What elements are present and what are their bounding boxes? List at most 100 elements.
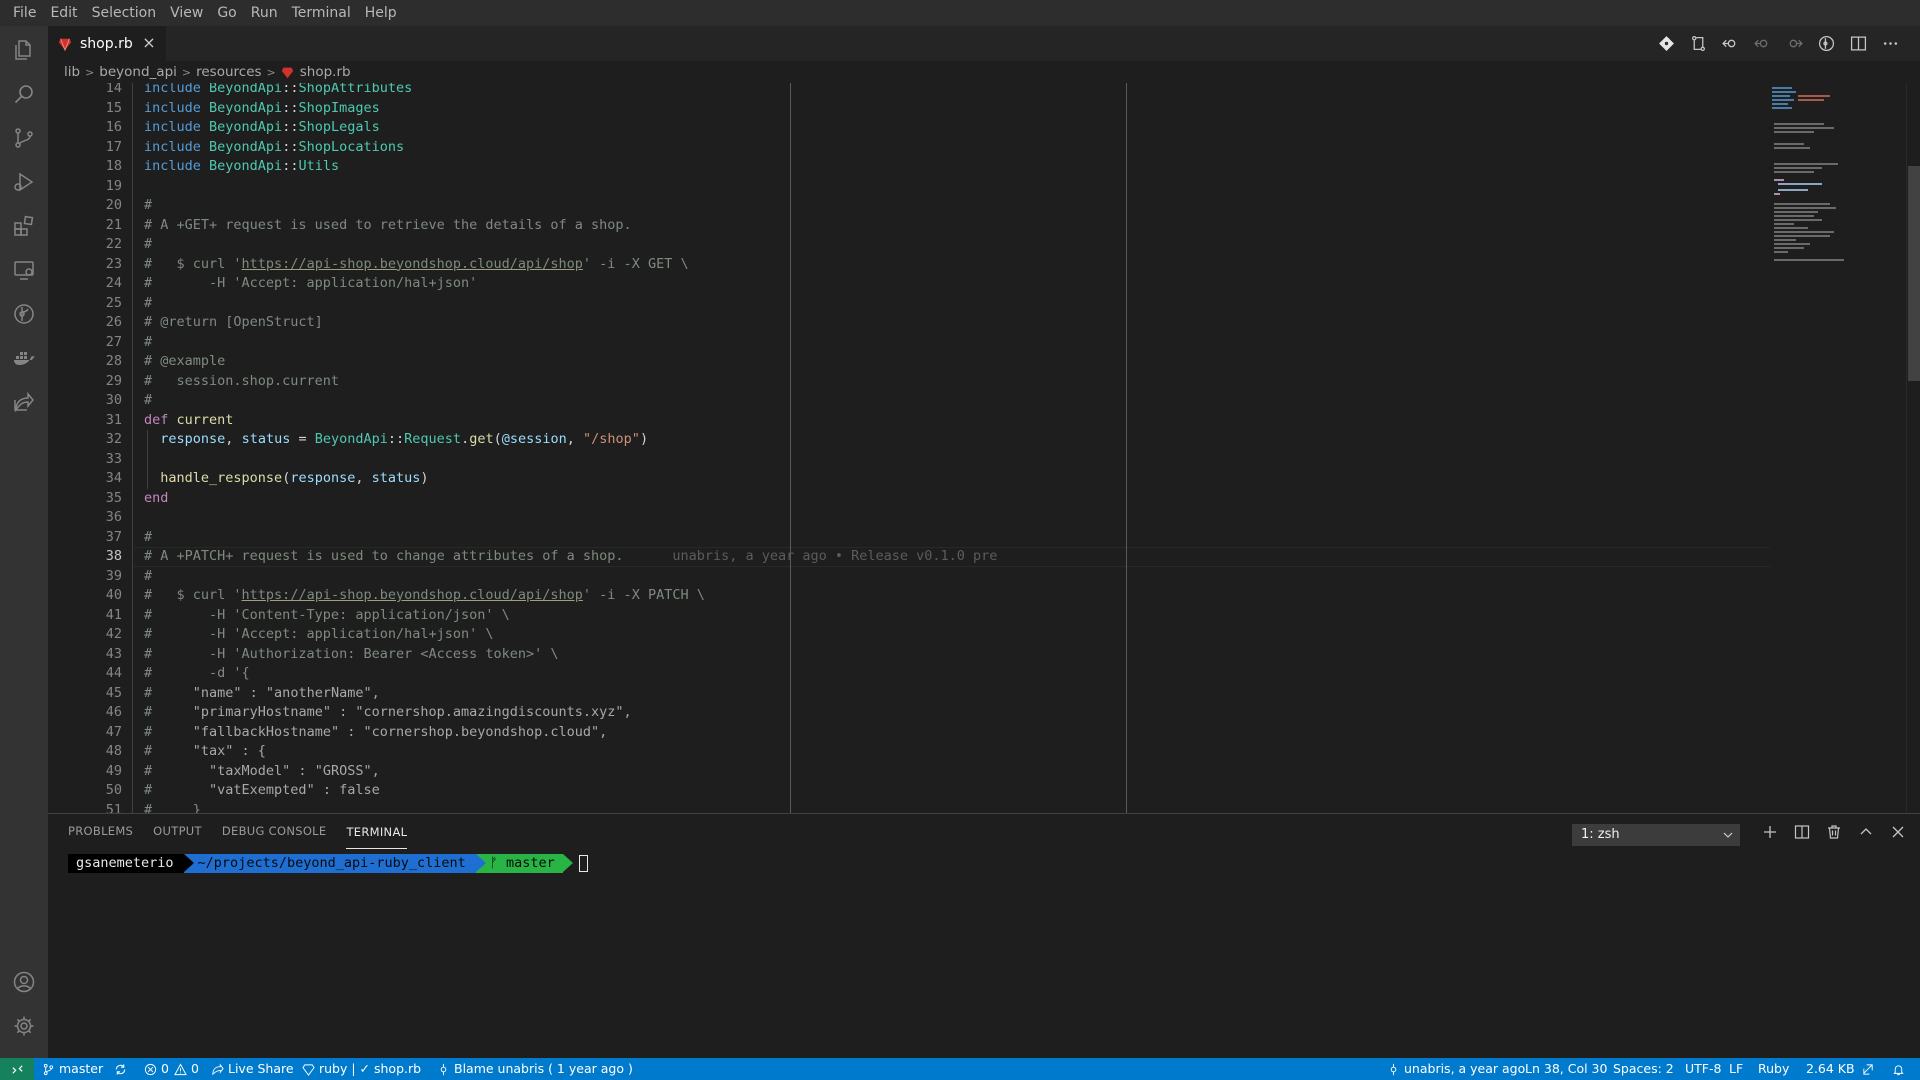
code-line[interactable]: include BeyondApi::ShopLegals	[144, 118, 380, 138]
live-share-icon[interactable]	[12, 390, 36, 414]
code-line[interactable]: # -H 'Accept: application/hal+json'	[144, 274, 477, 294]
code-line[interactable]: # "taxModel" : "GROSS",	[144, 762, 380, 782]
trash-icon[interactable]	[1818, 820, 1850, 844]
code-line[interactable]: #	[144, 294, 152, 314]
code-line[interactable]: # "tax" : {	[144, 742, 266, 762]
code-line[interactable]: # @example	[144, 352, 225, 372]
compare-back-icon[interactable]	[1746, 26, 1778, 61]
code-line[interactable]: # -d '{	[144, 664, 250, 684]
split-editor-icon[interactable]	[1842, 26, 1874, 61]
bell-icon[interactable]	[1892, 1058, 1909, 1080]
eol-status[interactable]: LF	[1729, 1058, 1743, 1080]
line-number: 49	[62, 762, 122, 782]
close-icon[interactable]: ×	[140, 34, 158, 52]
menu-go[interactable]: Go	[210, 0, 243, 26]
previous-change-icon[interactable]	[1714, 26, 1746, 61]
gitlens-history-icon[interactable]	[1810, 26, 1842, 61]
search-icon[interactable]	[12, 82, 36, 106]
sync-status[interactable]	[114, 1058, 131, 1080]
split-terminal-icon[interactable]	[1786, 820, 1818, 844]
problems-status[interactable]: 0 0	[144, 1058, 199, 1080]
code-line[interactable]: # "primaryHostname" : "cornershop.amazin…	[144, 703, 632, 723]
live-share-status[interactable]: Live Share	[211, 1058, 294, 1080]
cursor-position[interactable]: Ln 38, Col 30	[1525, 1058, 1607, 1080]
remote-indicator[interactable]	[0, 1058, 34, 1080]
menu-help[interactable]: Help	[358, 0, 404, 26]
more-actions-icon[interactable]	[1874, 26, 1906, 61]
code-line[interactable]: include BeyondApi::ShopAttributes	[144, 83, 412, 99]
code-line[interactable]: # "name" : "anotherName",	[144, 684, 380, 704]
code-line[interactable]: # $ curl 'https://api-shop.beyondshop.cl…	[144, 586, 705, 606]
author-status[interactable]: unabris, a year ago	[1387, 1058, 1525, 1080]
code-line[interactable]: # @return [OpenStruct]	[144, 313, 323, 333]
code-line[interactable]: # A +GET+ request is used to retrieve th…	[144, 216, 632, 236]
menu-edit[interactable]: Edit	[43, 0, 84, 26]
terminal-select[interactable]: 1: zsh	[1572, 824, 1740, 846]
code-line[interactable]: # session.shop.current	[144, 372, 339, 392]
open-changes-icon[interactable]	[1682, 26, 1714, 61]
gitlens-icon[interactable]	[12, 302, 36, 326]
docker-icon[interactable]	[12, 346, 36, 370]
code-editor[interactable]: 1415161718192021222324252627282930313233…	[48, 83, 1920, 813]
code-line[interactable]: #	[144, 196, 152, 216]
code-line[interactable]: #	[144, 235, 152, 255]
new-terminal-icon[interactable]	[1754, 820, 1786, 844]
code-line[interactable]: end	[144, 489, 168, 509]
breadcrumb-lib[interactable]: lib	[64, 64, 80, 80]
minimap[interactable]	[1770, 83, 1880, 813]
blame-status[interactable]: Blame unabris ( 1 year ago )	[437, 1058, 633, 1080]
git-icon[interactable]	[1650, 26, 1682, 61]
editor-scrollbar[interactable]	[1906, 83, 1920, 813]
code-line[interactable]: # -H 'Accept: application/hal+json' \	[144, 625, 494, 645]
remote-explorer-icon[interactable]	[12, 258, 36, 282]
code-line[interactable]: # A +PATCH+ request is used to change at…	[144, 547, 997, 567]
extensions-icon[interactable]	[12, 214, 36, 238]
code-line[interactable]: include BeyondApi::ShopImages	[144, 99, 380, 119]
code-line[interactable]: # -H 'Content-Type: application/json' \	[144, 606, 510, 626]
scrollbar-thumb[interactable]	[1908, 166, 1920, 381]
code-line[interactable]: include BeyondApi::ShopLocations	[144, 138, 404, 158]
panel-tab-output[interactable]: OUTPUT	[153, 814, 202, 849]
code-content[interactable]: include BeyondApi::ShopAttributesinclude…	[144, 83, 1770, 813]
code-line[interactable]: response, status = BeyondApi::Request.ge…	[144, 430, 648, 450]
compare-forward-icon[interactable]	[1778, 26, 1810, 61]
code-line[interactable]: include BeyondApi::Utils	[144, 157, 339, 177]
code-line[interactable]: #	[144, 528, 152, 548]
settings-gear-icon[interactable]	[12, 1014, 36, 1038]
menu-run[interactable]: Run	[244, 0, 285, 26]
code-line[interactable]: #	[144, 391, 152, 411]
terminal-prompt[interactable]: gsanemeterio ~/projects/beyond_api-ruby_…	[68, 853, 588, 873]
panel-tab-terminal[interactable]: TERMINAL	[346, 815, 407, 849]
code-line[interactable]: # $ curl 'https://api-shop.beyondshop.cl…	[144, 255, 689, 275]
breadcrumb-resources[interactable]: resources	[196, 64, 261, 80]
code-line[interactable]: # "fallbackHostname" : "cornershop.beyon…	[144, 723, 607, 743]
account-icon[interactable]	[12, 970, 36, 994]
language-mode[interactable]: Ruby	[1758, 1058, 1789, 1080]
encoding-status[interactable]: UTF-8	[1685, 1058, 1721, 1080]
maximize-panel-icon[interactable]	[1850, 820, 1882, 844]
close-panel-icon[interactable]	[1882, 820, 1914, 844]
code-line[interactable]: handle_response(response, status)	[144, 469, 429, 489]
code-line[interactable]: def current	[144, 411, 233, 431]
run-debug-icon[interactable]	[12, 170, 36, 194]
source-control-icon[interactable]	[12, 126, 36, 150]
branch-status[interactable]: master	[42, 1058, 103, 1080]
indentation-status[interactable]: Spaces: 2	[1613, 1058, 1674, 1080]
panel-tab-debug-console[interactable]: DEBUG CONSOLE	[222, 814, 327, 849]
feedback-icon[interactable]	[1862, 1058, 1879, 1080]
menu-terminal[interactable]: Terminal	[285, 0, 358, 26]
code-line[interactable]: # -H 'Authorization: Bearer <Access toke…	[144, 645, 559, 665]
breadcrumb-file[interactable]: shop.rb	[300, 64, 351, 80]
code-line[interactable]: # "vatExempted" : false	[144, 781, 380, 801]
code-line[interactable]: #	[144, 567, 152, 587]
breadcrumb-beyond-api[interactable]: beyond_api	[99, 64, 177, 80]
explorer-icon[interactable]	[12, 38, 36, 62]
code-line[interactable]: # }	[144, 801, 201, 814]
tab-shop-rb[interactable]: shop.rb ×	[48, 26, 166, 61]
menu-selection[interactable]: Selection	[85, 0, 164, 26]
code-line[interactable]: #	[144, 333, 152, 353]
panel-tab-problems[interactable]: PROBLEMS	[68, 814, 133, 849]
ruby-status[interactable]: ruby | ✓ shop.rb	[302, 1058, 421, 1080]
menu-file[interactable]: File	[6, 0, 43, 26]
menu-view[interactable]: View	[163, 0, 210, 26]
